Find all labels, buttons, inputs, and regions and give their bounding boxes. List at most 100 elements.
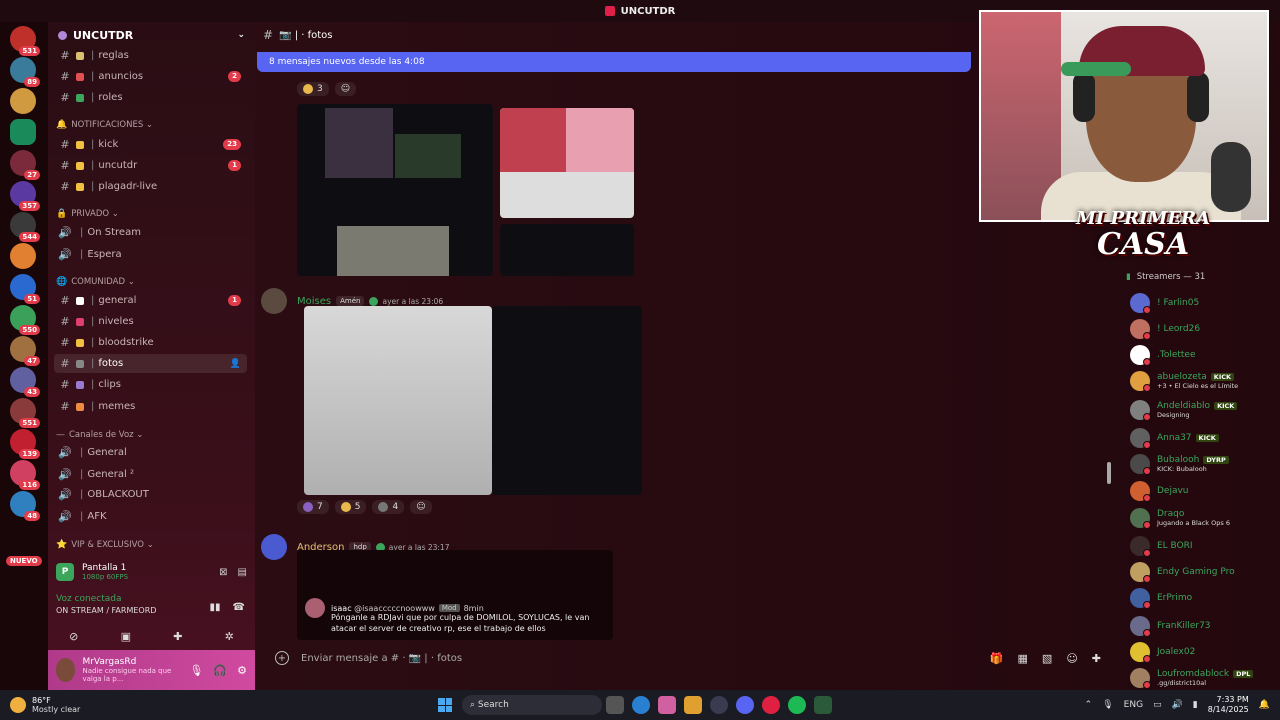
microphone-icon[interactable]: 🎙 — [189, 664, 203, 677]
attachment-image-2[interactable] — [500, 108, 634, 218]
server-icon[interactable]: 27 — [10, 150, 40, 180]
obs-icon[interactable] — [762, 696, 780, 714]
server-icon[interactable]: 47 — [10, 336, 40, 366]
activities-icon[interactable]: ✚ — [173, 630, 182, 643]
member-item[interactable]: .Tolettee — [1120, 342, 1280, 368]
embedded-post[interactable]: isaac @isaacccccnoowww Mod 8min Pónganle… — [297, 550, 613, 640]
disconnect-icon[interactable]: ☎ — [233, 602, 245, 613]
member-item[interactable]: Anna37 KICK — [1120, 425, 1280, 451]
invite-user-icon[interactable]: 👤 — [230, 359, 241, 369]
channel-memes[interactable]: # | memes — [54, 397, 247, 416]
server-icon[interactable]: 531 — [10, 26, 40, 56]
chevron-up-icon[interactable]: ⌃ — [1085, 700, 1093, 710]
server-icon[interactable] — [10, 119, 36, 145]
avatar[interactable] — [56, 658, 76, 682]
avatar[interactable] — [261, 534, 287, 560]
chat-scrollbar[interactable] — [1107, 462, 1111, 484]
channel-roles[interactable]: # | roles — [54, 88, 247, 107]
member-item[interactable]: ! Leord26 — [1120, 316, 1280, 342]
file-explorer-icon[interactable] — [684, 696, 702, 714]
category-comunidad[interactable]: 🌐 COMUNIDAD ⌄ — [56, 277, 135, 287]
add-reaction-button[interactable]: ☺ — [410, 500, 432, 514]
reaction-button[interactable]: 7 — [297, 500, 329, 514]
server-icon[interactable] — [10, 243, 36, 269]
member-item[interactable]: Joalex02 — [1120, 639, 1280, 665]
member-item[interactable]: abuelozeta KICK +3 • El Cielo es el Límite — [1120, 368, 1280, 394]
channel-clips[interactable]: # | clips — [54, 375, 247, 394]
spotify-icon[interactable] — [788, 696, 806, 714]
attachment-image-1[interactable] — [297, 104, 493, 276]
server-header[interactable]: UNCUTDR ⌄ — [48, 22, 255, 48]
battery-icon[interactable]: ▮ — [1193, 700, 1198, 710]
server-icon[interactable]: 550 — [10, 305, 40, 335]
server-icon[interactable]: 43 — [10, 367, 40, 397]
server-icon[interactable]: 116 — [10, 460, 40, 490]
member-item[interactable]: ! Farlin05 — [1120, 290, 1280, 316]
member-item[interactable]: Draqo Jugando a Black Ops 6 — [1120, 505, 1280, 531]
taskbar-search[interactable]: ⌕ Search — [462, 695, 602, 715]
clock[interactable]: 7:33 PM 8/14/2025 — [1208, 695, 1249, 715]
signal-icon[interactable]: ▮▮ — [210, 602, 221, 613]
discord-icon[interactable] — [736, 696, 754, 714]
member-item[interactable]: FranKiller73 — [1120, 613, 1280, 639]
channel-kick[interactable]: # | kick 23 — [54, 135, 247, 154]
member-item[interactable]: Andeldiablo KICK Designing — [1120, 397, 1280, 423]
add-reaction-button[interactable]: ☺ — [334, 82, 357, 96]
edge-icon[interactable] — [632, 696, 650, 714]
headphones-icon[interactable]: 🎧 — [213, 664, 227, 677]
avatar[interactable] — [261, 288, 287, 314]
channel-oblackout[interactable]: 🔊 | OBLACKOUT — [54, 485, 247, 504]
volume-icon[interactable]: 🔊 — [1172, 700, 1183, 710]
channel-uncutdr[interactable]: # | uncutdr 1 — [54, 156, 247, 175]
server-icon[interactable] — [10, 88, 36, 114]
soundboard-icon[interactable]: ✲ — [225, 630, 234, 643]
camera-off-icon[interactable]: ⊘ — [69, 630, 78, 643]
channel-on-stream[interactable]: 🔊 | On Stream — [54, 223, 247, 242]
weather-widget[interactable]: 86°F Mostly clear — [0, 696, 200, 714]
reaction-button[interactable]: 5 — [334, 500, 367, 514]
chrome-icon[interactable] — [710, 696, 728, 714]
channel-niveles[interactable]: # | niveles — [54, 312, 247, 331]
reaction-button[interactable]: 3 — [297, 82, 329, 96]
category-vip[interactable]: ⭐ VIP & EXCLUSIVO ⌄ — [56, 540, 154, 550]
member-item[interactable]: Dejavu — [1120, 478, 1280, 504]
attachment-image-screenshot[interactable] — [492, 306, 642, 495]
gift-icon[interactable]: 🎁 — [990, 652, 1004, 665]
channel-general[interactable]: # | general 1 — [54, 291, 247, 310]
new-messages-bar[interactable]: 8 mensajes nuevos desde las 4:08 — [257, 52, 971, 72]
sticker-icon[interactable]: ▧ — [1042, 652, 1052, 665]
channel-general[interactable]: 🔊 | General — [54, 443, 247, 462]
notification-icon[interactable]: 🔔 — [1259, 700, 1270, 710]
network-icon[interactable]: ▭ — [1153, 700, 1162, 710]
language-indicator[interactable]: ENG — [1124, 700, 1143, 710]
channel-plagadr-live[interactable]: # | plagadr-live — [54, 177, 247, 196]
server-icon[interactable]: 357 — [10, 181, 40, 211]
excel-icon[interactable] — [814, 696, 832, 714]
member-item[interactable]: ErPrimo — [1120, 585, 1280, 611]
channel-anuncios[interactable]: # | anuncios 2 — [54, 67, 247, 86]
channel-general-[interactable]: 🔊 | General ² — [54, 465, 247, 484]
emoji-picker-icon[interactable]: ☺ — [1066, 652, 1077, 665]
stop-stream-icon[interactable]: ⊠ — [219, 567, 227, 578]
channel-afk[interactable]: 🔊 | AFK — [54, 507, 247, 526]
member-item[interactable]: Endy Gaming Pro — [1120, 559, 1280, 585]
server-icon[interactable]: 139 — [10, 429, 40, 459]
copilot-icon[interactable] — [658, 696, 676, 714]
member-item[interactable]: Bubalooh DYRP KICK: Bubalooh — [1120, 451, 1280, 477]
category-notificaciones[interactable]: 🔔 NOTIFICACIONES ⌄ — [56, 120, 153, 130]
category-canales-voz[interactable]: — Canales de Voz ⌄ — [56, 430, 143, 440]
server-icon[interactable]: 51 — [10, 274, 40, 304]
stream-settings-icon[interactable]: ▤ — [238, 567, 247, 578]
server-icon[interactable]: 544 — [10, 212, 40, 242]
server-icon[interactable]: 89 — [10, 57, 40, 87]
server-icon[interactable]: 48 — [10, 491, 40, 521]
server-icon[interactable]: 551 — [10, 398, 40, 428]
member-item[interactable]: EL BORI — [1120, 533, 1280, 559]
task-view-icon[interactable] — [606, 696, 624, 714]
apps-icon[interactable]: ✚ — [1092, 652, 1101, 665]
gif-icon[interactable]: ▦ — [1018, 652, 1028, 665]
category-privado[interactable]: 🔒 PRIVADO ⌄ — [56, 209, 119, 219]
windows-start-icon[interactable] — [438, 698, 452, 712]
microphone-icon[interactable]: 🎙 — [1102, 700, 1113, 710]
message-input[interactable]: Enviar mensaje a # · 📷 | · fotos — [301, 653, 462, 664]
